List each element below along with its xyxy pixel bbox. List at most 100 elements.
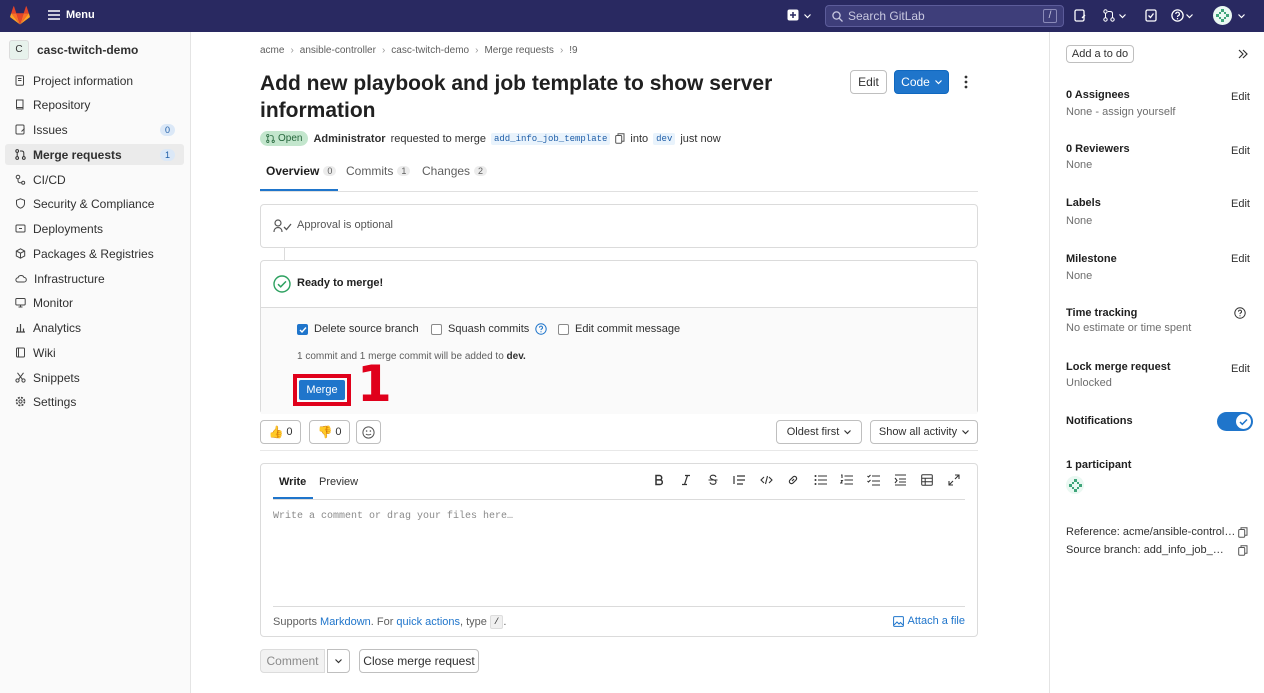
collapse-sidebar-icon[interactable] xyxy=(1238,49,1248,59)
italic-icon[interactable] xyxy=(681,474,691,486)
bold-icon[interactable] xyxy=(654,474,664,486)
sidebar-item-issues[interactable]: Issues 0 xyxy=(5,119,184,140)
sidebar-item-project-information[interactable]: Project information xyxy=(5,70,184,91)
project-name: casc-twitch-demo xyxy=(37,43,139,57)
assignees-value[interactable]: None - assign yourself xyxy=(1066,106,1175,118)
create-new-button[interactable] xyxy=(787,9,799,21)
help-icon[interactable] xyxy=(1171,9,1184,22)
tab-changes[interactable]: Changes 2 xyxy=(422,164,488,178)
sidebar-item-wiki[interactable]: Wiki xyxy=(5,342,184,363)
breadcrumb-item[interactable]: acme xyxy=(260,45,284,56)
sidebar-item-security[interactable]: Security & Compliance xyxy=(5,193,184,214)
copy-icon[interactable] xyxy=(1238,527,1248,538)
sidebar-item-monitor[interactable]: Monitor xyxy=(5,292,184,313)
code-icon[interactable] xyxy=(760,474,773,486)
chevron-down-icon[interactable] xyxy=(1186,14,1193,19)
table-icon[interactable] xyxy=(921,474,933,486)
deployments-icon xyxy=(15,224,26,233)
sidebar-item-settings[interactable]: Settings xyxy=(5,391,184,412)
sidebar-item-label: Monitor xyxy=(33,295,74,310)
link-icon[interactable] xyxy=(787,474,799,486)
tab-commits[interactable]: Commits 1 xyxy=(346,164,411,178)
sidebar-item-infrastructure[interactable]: Infrastructure xyxy=(5,268,184,289)
chevron-down-icon[interactable] xyxy=(1238,14,1245,19)
squash-checkbox[interactable] xyxy=(431,323,442,335)
reviewers-edit-button[interactable]: Edit xyxy=(1231,145,1250,157)
chevron-down-icon[interactable] xyxy=(1119,14,1126,19)
quote-icon[interactable] xyxy=(733,474,746,486)
comment-textarea[interactable]: Write a comment or drag your files here… xyxy=(273,511,513,522)
sidebar-item-repository[interactable]: Repository xyxy=(5,94,184,115)
menu-button[interactable]: Menu xyxy=(48,9,95,21)
step-annotation: 1 xyxy=(357,355,392,413)
sidebar-item-merge-requests[interactable]: Merge requests 1 xyxy=(5,144,184,165)
user-avatar[interactable] xyxy=(1213,6,1232,25)
assignees-edit-button[interactable]: Edit xyxy=(1231,91,1250,103)
squash-option[interactable]: Squash commits xyxy=(431,323,548,335)
milestone-edit-button[interactable]: Edit xyxy=(1231,253,1250,265)
breadcrumb-item[interactable]: ansible-controller xyxy=(300,45,376,56)
identicon-icon xyxy=(1216,9,1229,22)
quick-actions-link[interactable]: quick actions xyxy=(396,616,460,628)
sidebar-item-snippets[interactable]: Snippets xyxy=(5,367,184,388)
close-merge-request-button[interactable]: Close merge request xyxy=(359,649,479,673)
sidebar-item-deployments[interactable]: Deployments xyxy=(5,218,184,239)
breadcrumb-item[interactable]: casc-twitch-demo xyxy=(391,45,469,56)
comment-type-dropdown[interactable] xyxy=(327,649,350,673)
sidebar-item-packages[interactable]: Packages & Registries xyxy=(5,243,184,264)
author-link[interactable]: Administrator xyxy=(313,133,385,145)
breadcrumb-item[interactable]: Merge requests xyxy=(484,45,553,56)
question-circle-icon[interactable] xyxy=(1234,307,1246,319)
copy-icon[interactable] xyxy=(615,133,625,144)
edit-button[interactable]: Edit xyxy=(850,70,887,94)
fullscreen-icon[interactable] xyxy=(948,474,960,486)
merge-button[interactable]: Merge xyxy=(299,380,345,400)
source-branch[interactable]: add_info_job_template xyxy=(490,132,611,145)
lock-edit-button[interactable]: Edit xyxy=(1231,363,1250,375)
notifications-toggle[interactable] xyxy=(1217,412,1253,431)
attach-file-button[interactable]: Attach a file xyxy=(892,615,965,627)
merge-request-icon[interactable] xyxy=(1103,9,1115,22)
numbered-list-icon[interactable] xyxy=(840,474,853,486)
check-icon xyxy=(299,326,307,333)
project-avatar: C xyxy=(9,40,29,60)
edit-commit-message-label: Edit commit message xyxy=(575,323,681,335)
write-tab[interactable]: Write xyxy=(279,476,306,488)
target-branch[interactable]: dev xyxy=(653,132,676,145)
delete-source-checkbox[interactable] xyxy=(297,323,308,335)
edit-commit-message-option[interactable]: Edit commit message xyxy=(558,323,680,335)
preview-tab[interactable]: Preview xyxy=(319,476,358,488)
thumbs-down-button[interactable]: 👎 0 xyxy=(309,420,350,444)
thumbs-up-button[interactable]: 👍 0 xyxy=(260,420,301,444)
add-reaction-button[interactable] xyxy=(356,420,381,444)
todo-icon[interactable] xyxy=(1145,9,1157,22)
sort-order-dropdown[interactable]: Oldest first xyxy=(776,420,862,444)
project-link[interactable]: C casc-twitch-demo xyxy=(9,40,138,60)
delete-source-option[interactable]: Delete source branch xyxy=(297,323,419,335)
search-input[interactable]: Search GitLab / xyxy=(825,5,1064,27)
bulleted-list-icon[interactable] xyxy=(814,474,827,486)
add-todo-button[interactable]: Add a to do xyxy=(1066,45,1134,63)
sidebar-item-ci-cd[interactable]: CI/CD xyxy=(5,169,184,190)
merge-options-panel: Delete source branch Squash commits Edit… xyxy=(261,307,977,414)
code-dropdown-button[interactable]: Code xyxy=(894,70,949,94)
more-actions-icon[interactable] xyxy=(964,75,968,89)
task-list-icon[interactable] xyxy=(867,474,880,486)
issues-icon[interactable] xyxy=(1074,9,1086,22)
collapsible-section-icon[interactable] xyxy=(894,474,907,486)
time-tracking-heading: Time tracking xyxy=(1066,307,1138,319)
labels-edit-button[interactable]: Edit xyxy=(1231,198,1250,210)
question-circle-icon[interactable] xyxy=(535,323,548,335)
breadcrumb-item-current[interactable]: !9 xyxy=(569,45,577,56)
markdown-link[interactable]: Markdown xyxy=(320,616,371,628)
strikethrough-icon[interactable] xyxy=(708,474,718,486)
sidebar-item-analytics[interactable]: Analytics xyxy=(5,317,184,338)
chevron-down-icon[interactable] xyxy=(804,14,811,19)
activity-filter-dropdown[interactable]: Show all activity xyxy=(870,420,978,444)
comment-button[interactable]: Comment xyxy=(260,649,325,673)
copy-icon[interactable] xyxy=(1238,545,1248,556)
participant-avatar[interactable] xyxy=(1066,476,1084,494)
gitlab-logo-icon[interactable] xyxy=(10,6,30,25)
tab-overview[interactable]: Overview 0 xyxy=(266,164,337,178)
edit-commit-message-checkbox[interactable] xyxy=(558,323,569,335)
